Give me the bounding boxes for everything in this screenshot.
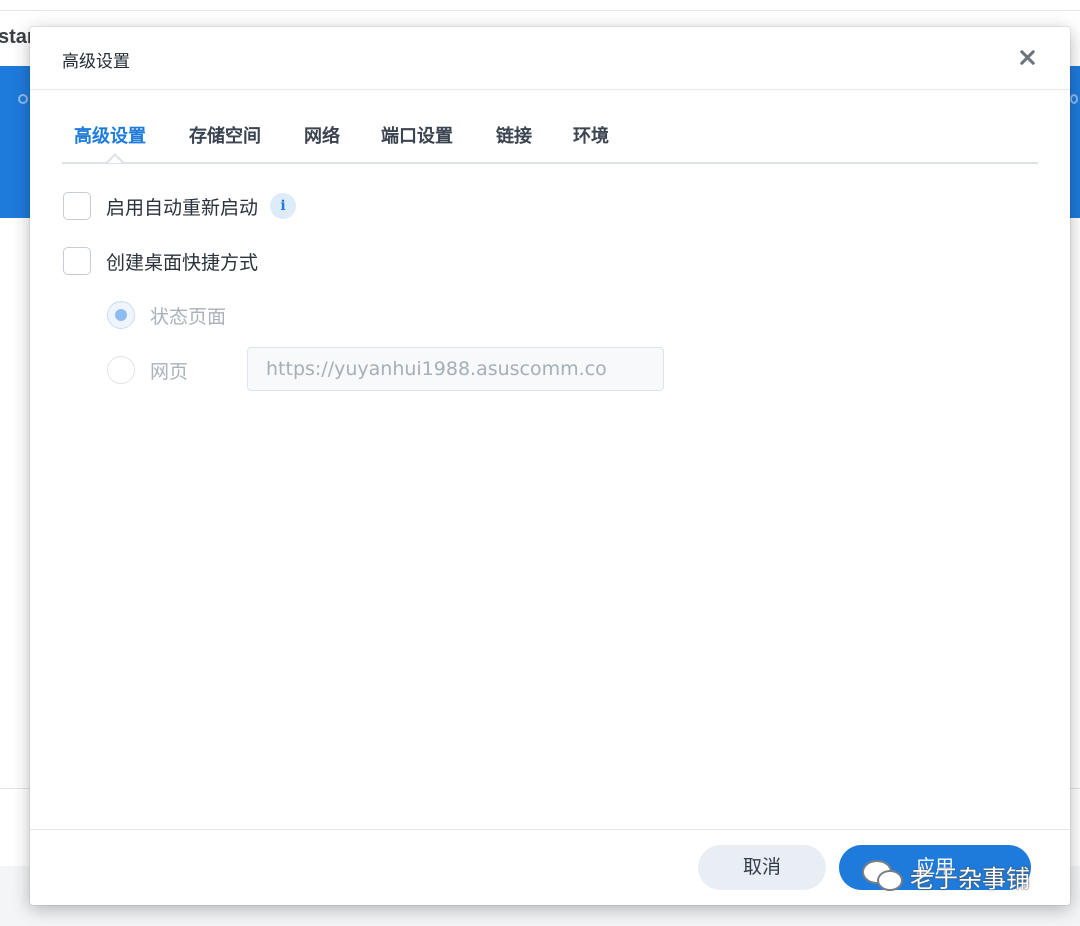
- close-icon[interactable]: [1014, 45, 1040, 71]
- info-icon[interactable]: i: [270, 193, 297, 219]
- active-tab-indicator: [106, 153, 124, 163]
- background-panel-left: [0, 788, 34, 868]
- dialog-header: 高级设置: [30, 27, 1070, 90]
- tab-environment[interactable]: 环境: [573, 122, 609, 148]
- background-search-icon: [18, 94, 28, 104]
- tab-network[interactable]: 网络: [304, 122, 340, 148]
- status-page-label: 状态页面: [150, 305, 227, 328]
- status-page-radio[interactable]: [107, 301, 135, 329]
- desktop-shortcut-label: 创建桌面快捷方式: [106, 251, 259, 274]
- dialog-title: 高级设置: [62, 52, 130, 72]
- auto-restart-option: 启用自动重新启动 i: [63, 191, 297, 221]
- tab-links[interactable]: 链接: [496, 122, 532, 148]
- auto-restart-label: 启用自动重新启动: [106, 196, 259, 219]
- watermark: 老于杂事铺: [862, 856, 1030, 896]
- background-search-icon-right: [1070, 94, 1078, 104]
- web-page-radio[interactable]: [107, 356, 135, 384]
- web-page-option: 网页: [107, 355, 188, 385]
- web-page-label: 网页: [150, 360, 189, 383]
- advanced-settings-dialog: 高级设置 高级设置 存储空间 网络 端口设置 链接 环境 启用自动重新启动 i …: [30, 27, 1070, 905]
- watermark-text: 老于杂事铺: [910, 864, 1030, 893]
- background-divider: [0, 10, 1080, 11]
- background-banner-left: [0, 66, 34, 218]
- tab-advanced-settings[interactable]: 高级设置: [74, 122, 146, 148]
- tab-storage[interactable]: 存储空间: [189, 122, 261, 148]
- desktop-shortcut-option: 创建桌面快捷方式: [63, 246, 258, 276]
- desktop-shortcut-checkbox[interactable]: [63, 247, 91, 275]
- tab-bar: 高级设置 存储空间 网络 端口设置 链接 环境: [62, 90, 1038, 164]
- status-page-option: 状态页面: [107, 300, 226, 330]
- tab-port-settings[interactable]: 端口设置: [381, 122, 453, 148]
- wechat-logo-icon: [862, 858, 906, 894]
- auto-restart-checkbox[interactable]: [63, 192, 91, 220]
- url-input[interactable]: https://yuyanhui1988.asuscomm.co: [247, 347, 664, 391]
- cancel-button[interactable]: 取消: [698, 845, 826, 890]
